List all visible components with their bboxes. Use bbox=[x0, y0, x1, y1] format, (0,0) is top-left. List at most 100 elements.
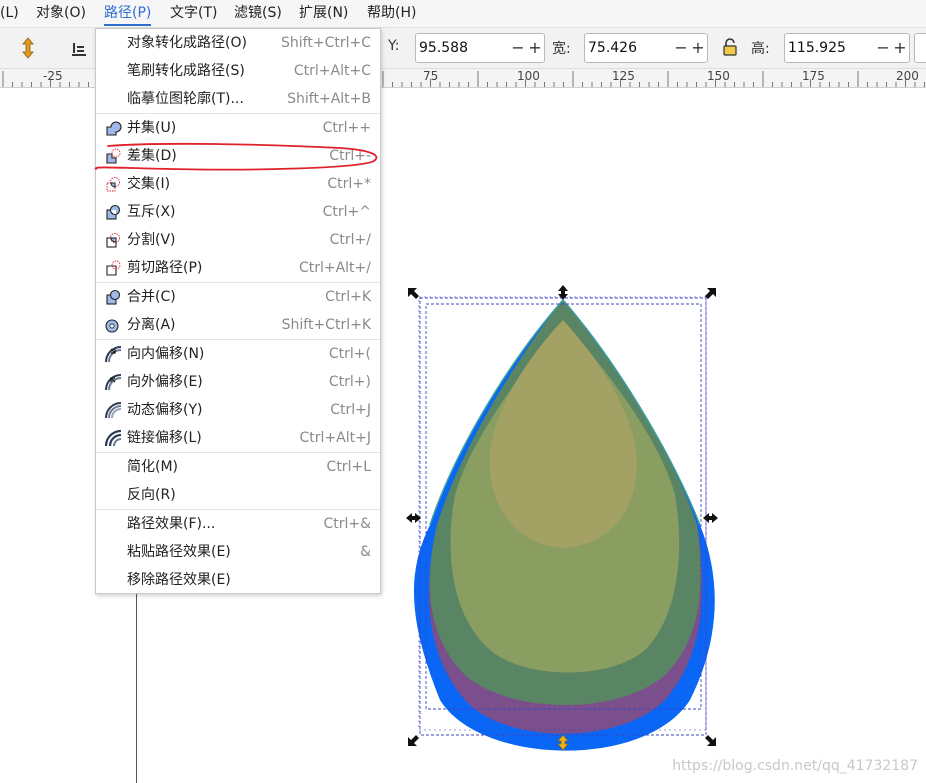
watermark-text: https://blog.csdn.net/qq_41732187 bbox=[672, 758, 918, 774]
menu-item-label: 向外偏移(E) bbox=[127, 374, 203, 390]
menu-item-label: 粘贴路径效果(E) bbox=[127, 544, 231, 560]
width-spinbox[interactable]: 75.426 − + bbox=[584, 33, 708, 63]
drawing-canvas[interactable] bbox=[395, 280, 735, 780]
outset-icon bbox=[105, 374, 122, 391]
menu-layer[interactable]: 层(L) bbox=[0, 0, 19, 27]
height-increment-button[interactable]: + bbox=[892, 34, 908, 62]
menu-item-label: 分离(A) bbox=[127, 317, 176, 333]
menu-item-label: 反向(R) bbox=[127, 487, 176, 503]
tan-drop-shape[interactable] bbox=[489, 320, 637, 548]
menu-item-shortcut: Ctrl+Alt+C bbox=[293, 63, 371, 79]
menu-item-shortcut: Ctrl+K bbox=[325, 289, 371, 305]
ruler-label: 150 bbox=[707, 69, 730, 83]
width-decrement-button[interactable]: − bbox=[673, 34, 689, 62]
menu-bar: 层(L) 对象(O) 路径(P) 文字(T) 滤镜(S) 扩展(N) 帮助(H) bbox=[0, 0, 926, 28]
menu-item-cut-path[interactable]: 剪切路径(P) Ctrl+Alt+/ bbox=[96, 254, 380, 282]
menu-item-shortcut: Ctrl+/ bbox=[329, 232, 371, 248]
lock-icon[interactable] bbox=[722, 38, 738, 56]
menu-item-division[interactable]: 分割(V) Ctrl+/ bbox=[96, 226, 380, 254]
menu-item-shortcut: Shift+Ctrl+K bbox=[281, 317, 371, 333]
ruler-label: 125 bbox=[612, 69, 635, 83]
menu-item-shortcut: Ctrl+) bbox=[328, 374, 371, 390]
union-icon bbox=[106, 121, 122, 136]
menu-item-object-to-path[interactable]: 对象转化成路径(O) Shift+Ctrl+C bbox=[96, 29, 380, 57]
menu-item-shortcut: Ctrl+Alt+/ bbox=[298, 260, 371, 276]
break-apart-icon bbox=[105, 319, 119, 333]
corner-resize-handle[interactable] bbox=[408, 735, 419, 746]
menu-object[interactable]: 对象(O) bbox=[36, 0, 86, 27]
menu-item-label: 交集(I) bbox=[127, 176, 171, 192]
menu-item-label: 临摹位图轮廓(T)... bbox=[127, 91, 244, 107]
ruler-label: 75 bbox=[423, 69, 439, 83]
menu-item-simplify[interactable]: 简化(M) Ctrl+L bbox=[96, 453, 380, 481]
menu-item-dynamic-offset[interactable]: 动态偏移(Y) Ctrl+J bbox=[96, 396, 380, 424]
menu-item-shortcut: Ctrl+^ bbox=[322, 204, 371, 220]
menu-item-outset[interactable]: 向外偏移(E) Ctrl+) bbox=[96, 368, 380, 396]
height-spinbox[interactable]: 115.925 − + bbox=[784, 33, 910, 63]
right-resize-handle[interactable] bbox=[703, 513, 718, 523]
menu-item-shortcut: Ctrl+* bbox=[327, 176, 371, 192]
menu-item-shortcut: Ctrl+J bbox=[330, 402, 371, 418]
cut-path-icon bbox=[106, 260, 121, 276]
menu-item-shortcut: Ctrl+( bbox=[328, 346, 371, 362]
menu-item-label: 互斥(X) bbox=[127, 204, 176, 220]
menu-item-remove-path-effect[interactable]: 移除路径效果(E) bbox=[96, 566, 380, 594]
menu-item-label: 剪切路径(P) bbox=[127, 260, 203, 276]
menu-item-shortcut: Shift+Alt+B bbox=[287, 91, 371, 107]
menu-item-stroke-to-path[interactable]: 笔刷转化成路径(S) Ctrl+Alt+C bbox=[96, 57, 380, 85]
menu-item-label: 动态偏移(Y) bbox=[127, 402, 203, 418]
division-icon bbox=[106, 233, 120, 248]
height-value[interactable]: 115.925 bbox=[788, 34, 846, 62]
menu-item-exclusion[interactable]: 互斥(X) Ctrl+^ bbox=[96, 198, 380, 226]
exclusion-icon bbox=[106, 204, 121, 220]
menu-item-combine[interactable]: 合并(C) Ctrl+K bbox=[96, 283, 380, 311]
corner-resize-handle[interactable] bbox=[705, 288, 716, 299]
units-dropdown[interactable] bbox=[914, 33, 926, 63]
menu-item-inset[interactable]: 向内偏移(N) Ctrl+( bbox=[96, 340, 380, 368]
inset-icon bbox=[105, 346, 122, 363]
y-increment-button[interactable]: + bbox=[527, 34, 543, 62]
width-increment-button[interactable]: + bbox=[690, 34, 706, 62]
ruler-label: 200 bbox=[896, 69, 919, 83]
menu-item-shortcut: Ctrl+& bbox=[323, 516, 371, 532]
menu-item-shortcut: Ctrl+Alt+J bbox=[299, 430, 371, 446]
menu-extensions[interactable]: 扩展(N) bbox=[299, 0, 348, 27]
menu-item-path-effects[interactable]: 路径效果(F)... Ctrl+& bbox=[96, 510, 380, 538]
menu-text[interactable]: 文字(T) bbox=[170, 0, 217, 27]
align-bottom-icon[interactable] bbox=[70, 39, 88, 57]
menu-item-break-apart[interactable]: 分离(A) Shift+Ctrl+K bbox=[96, 311, 380, 339]
menu-item-shortcut: Shift+Ctrl+C bbox=[281, 35, 371, 51]
menu-item-paste-path-effect[interactable]: 粘贴路径效果(E) & bbox=[96, 538, 380, 566]
menu-item-label: 链接偏移(L) bbox=[127, 430, 202, 446]
y-value[interactable]: 95.588 bbox=[419, 34, 468, 62]
menu-item-shortcut: & bbox=[360, 544, 371, 560]
y-decrement-button[interactable]: − bbox=[510, 34, 526, 62]
width-label: 宽: bbox=[552, 41, 571, 57]
menu-filters[interactable]: 滤镜(S) bbox=[234, 0, 282, 27]
raise-lower-icon[interactable] bbox=[20, 37, 36, 59]
menu-item-trace-bitmap[interactable]: 临摹位图轮廓(T)... Shift+Alt+B bbox=[96, 85, 380, 113]
width-value[interactable]: 75.426 bbox=[588, 34, 637, 62]
ruler-label: 175 bbox=[802, 69, 825, 83]
combine-icon bbox=[106, 289, 121, 305]
height-decrement-button[interactable]: − bbox=[875, 34, 891, 62]
menu-path[interactable]: 路径(P) bbox=[104, 0, 152, 27]
linked-offset-icon bbox=[105, 430, 122, 447]
menu-item-label: 对象转化成路径(O) bbox=[127, 35, 247, 51]
corner-resize-handle[interactable] bbox=[408, 288, 419, 299]
menu-item-label: 向内偏移(N) bbox=[127, 346, 205, 362]
menu-item-label: 合并(C) bbox=[127, 289, 176, 305]
path-menu-dropdown: 对象转化成路径(O) Shift+Ctrl+C 笔刷转化成路径(S) Ctrl+… bbox=[95, 28, 381, 594]
corner-resize-handle[interactable] bbox=[705, 735, 716, 746]
menu-item-label: 简化(M) bbox=[127, 459, 179, 475]
menu-item-intersection[interactable]: 交集(I) Ctrl+* bbox=[96, 170, 380, 198]
menu-item-label: 路径效果(F)... bbox=[127, 516, 216, 532]
intersection-icon bbox=[106, 177, 120, 192]
menu-item-linked-offset[interactable]: 链接偏移(L) Ctrl+Alt+J bbox=[96, 424, 380, 452]
menu-item-label: 分割(V) bbox=[127, 232, 176, 248]
y-spinbox[interactable]: 95.588 − + bbox=[415, 33, 545, 63]
menu-item-shortcut: Ctrl+L bbox=[326, 459, 371, 475]
menu-help[interactable]: 帮助(H) bbox=[367, 0, 416, 27]
menu-item-label: 笔刷转化成路径(S) bbox=[127, 63, 245, 79]
menu-item-reverse[interactable]: 反向(R) bbox=[96, 481, 380, 509]
